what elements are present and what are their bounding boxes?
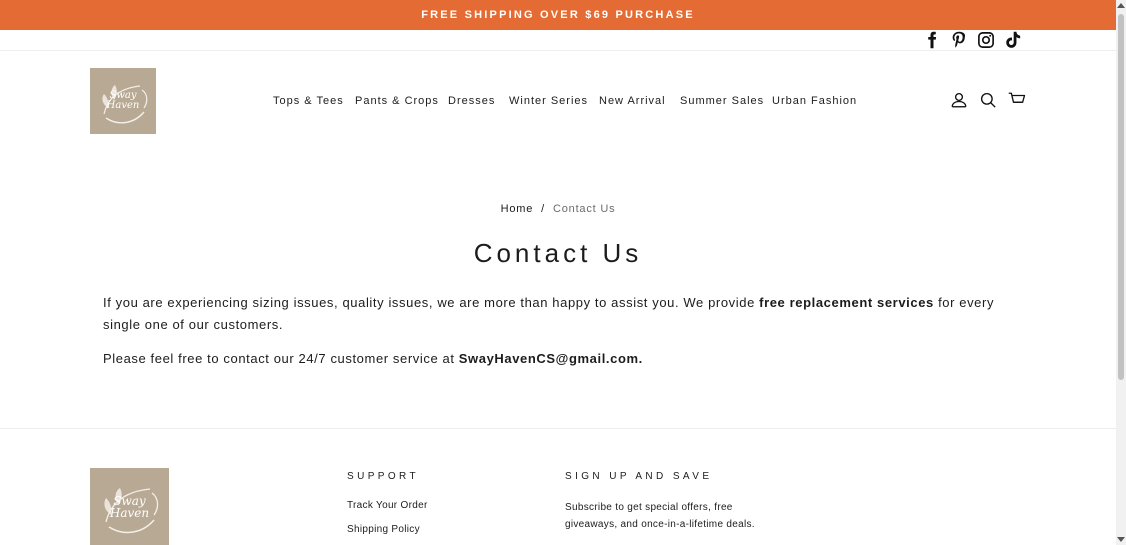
nav-item-urban-fashion[interactable]: Urban Fashion	[772, 95, 857, 107]
scroll-down-arrow-icon[interactable]	[1117, 537, 1125, 542]
footer-signup-text: Subscribe to get special offers, free gi…	[565, 502, 755, 530]
breadcrumb-home-link[interactable]: Home	[501, 203, 534, 215]
nav-item-winter-series[interactable]: Winter Series	[509, 95, 588, 107]
footer-logo-line-2: Haven	[109, 505, 150, 520]
main-nav: Tops & Tees Pants & Crops Dresses Winter…	[0, 95, 1116, 109]
footer-logo-text: Sway Haven	[110, 495, 149, 519]
footer-logo[interactable]: Sway Haven	[90, 468, 169, 545]
paragraph-1-bold: free replacement services	[759, 295, 934, 310]
scroll-up-arrow-icon[interactable]	[1117, 3, 1125, 8]
nav-item-pants-crops[interactable]: Pants & Crops	[355, 95, 439, 107]
footer-link-shipping-policy[interactable]: Shipping Policy	[347, 524, 420, 535]
announcement-text: FREE SHIPPING OVER $69 PURCHASE	[421, 9, 695, 21]
search-icon[interactable]	[979, 91, 997, 109]
content-paragraph-1: If you are experiencing sizing issues, q…	[103, 292, 1023, 336]
instagram-icon[interactable]	[977, 31, 995, 49]
breadcrumb: Home / Contact Us	[0, 203, 1116, 215]
footer-support-heading: SUPPORT	[347, 471, 419, 482]
page-title: Contact Us	[473, 238, 643, 268]
nav-item-tops-tees[interactable]: Tops & Tees	[273, 95, 344, 107]
footer-signup-heading: SIGN UP AND SAVE	[565, 471, 713, 482]
social-bar	[0, 31, 1116, 51]
contact-email[interactable]: SwayHavenCS@gmail.com.	[459, 351, 643, 366]
page-scrollbar[interactable]	[1116, 0, 1126, 545]
cart-icon[interactable]	[1007, 91, 1027, 109]
scrollbar-thumb[interactable]	[1118, 14, 1124, 380]
nav-item-new-arrival[interactable]: New Arrival	[599, 95, 666, 107]
footer-divider	[0, 428, 1116, 429]
page-content: If you are experiencing sizing issues, q…	[103, 292, 1023, 382]
footer-link-track-order[interactable]: Track Your Order	[347, 500, 428, 511]
facebook-icon[interactable]	[923, 31, 941, 49]
account-icon[interactable]	[950, 91, 968, 109]
pinterest-icon[interactable]	[950, 31, 968, 49]
nav-item-summer-sales[interactable]: Summer Sales	[680, 95, 764, 107]
nav-item-dresses[interactable]: Dresses	[448, 95, 495, 107]
breadcrumb-current: Contact Us	[552, 203, 616, 215]
tiktok-icon[interactable]	[1004, 31, 1022, 49]
paragraph-1-text-a: If you are experiencing sizing issues, q…	[103, 295, 760, 310]
paragraph-2-text: Please feel free to contact our 24/7 cus…	[103, 351, 459, 366]
announcement-bar: FREE SHIPPING OVER $69 PURCHASE	[0, 0, 1116, 30]
content-paragraph-2: Please feel free to contact our 24/7 cus…	[103, 348, 1023, 370]
breadcrumb-separator: /	[541, 203, 545, 215]
